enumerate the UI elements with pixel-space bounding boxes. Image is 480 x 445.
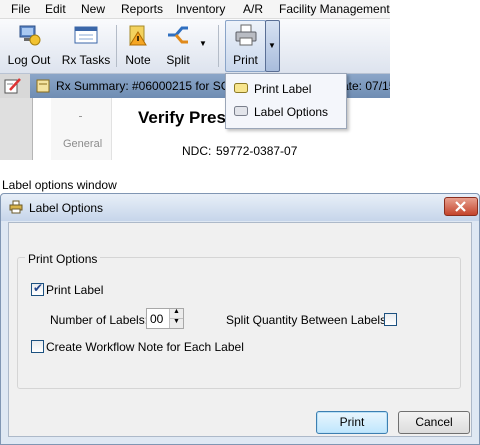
note-icon xyxy=(129,25,147,46)
close-button[interactable] xyxy=(444,197,478,216)
number-of-labels-label: Number of Labels: xyxy=(50,313,149,327)
log-out-button[interactable]: Log Out xyxy=(4,21,54,69)
rx-summary-title: Rx Summary: #06000215 for SCH xyxy=(56,79,239,93)
number-of-labels-stepper[interactable]: 00 ▲ ▼ xyxy=(146,308,184,329)
chevron-down-icon: ▼ xyxy=(173,318,180,325)
menu-reports[interactable]: Reports xyxy=(121,2,163,16)
toolbar: Log Out Rx Tasks Note Split ▼ Print ▼ xyxy=(0,19,390,74)
caption-text: Label options window xyxy=(2,178,117,192)
split-button[interactable]: Split xyxy=(160,21,196,69)
menu-ar[interactable]: A/R xyxy=(243,2,263,16)
label-icon xyxy=(234,83,248,93)
print-dropdown-button[interactable]: ▼ xyxy=(265,20,280,72)
print-options-group-title: Print Options xyxy=(25,252,101,266)
menu-bar: File Edit New Reports Inventory A/R Faci… xyxy=(0,0,390,19)
note-button[interactable]: Note xyxy=(120,21,156,69)
document-icon xyxy=(36,79,50,93)
rx-summary-date: ate: 07/15 xyxy=(342,79,390,93)
menu-item-print-label[interactable]: Print Label xyxy=(228,78,344,100)
rx-tasks-label: Rx Tasks xyxy=(61,53,111,67)
stepper-down-button[interactable]: ▼ xyxy=(169,318,183,328)
stepper-up-button[interactable]: ▲ xyxy=(169,308,183,318)
split-quantity-label: Split Quantity Between Labels: xyxy=(226,313,390,327)
workflow-note-checkbox-label: Create Workflow Note for Each Label xyxy=(46,340,244,354)
ndc-label: NDC: xyxy=(182,144,212,158)
printer-icon xyxy=(235,24,256,46)
menu-inventory[interactable]: Inventory xyxy=(176,2,225,16)
dialog-title: Label Options xyxy=(29,201,104,215)
ndc-value: 59772-0387-07 xyxy=(216,144,298,158)
menu-new[interactable]: New xyxy=(81,2,105,16)
printer-icon xyxy=(9,200,23,214)
cancel-button[interactable]: Cancel xyxy=(398,411,470,434)
log-out-label: Log Out xyxy=(7,53,51,67)
edit-note-icon[interactable] xyxy=(4,78,22,94)
print-dropdown-menu: Print Label Label Options xyxy=(225,73,347,129)
verify-heading: Verify Presc xyxy=(138,108,236,127)
menu-facility-management[interactable]: Facility Management xyxy=(279,2,390,16)
rx-tasks-icon xyxy=(74,26,98,44)
menu-item-label-options[interactable]: Label Options xyxy=(228,101,344,123)
rx-tasks-button[interactable]: Rx Tasks xyxy=(60,21,112,69)
print-label-checkbox-label: Print Label xyxy=(46,283,104,297)
split-label: Split xyxy=(166,53,190,67)
split-icon xyxy=(168,26,188,44)
workflow-note-checkbox[interactable] xyxy=(31,340,44,353)
menu-edit[interactable]: Edit xyxy=(45,2,66,16)
side-tab-panel: General xyxy=(51,98,112,160)
label-options-icon xyxy=(234,106,248,116)
chevron-up-icon: ▲ xyxy=(173,308,180,315)
split-quantity-checkbox[interactable] xyxy=(384,313,397,326)
print-label-item-text: Print Label xyxy=(254,82,312,96)
dialog-title-bar: Label Options xyxy=(1,194,479,221)
checkmark-icon: ✔ xyxy=(33,281,44,295)
side-tab-general[interactable]: General xyxy=(63,138,102,150)
split-dropdown-arrow-icon[interactable]: ▼ xyxy=(199,39,207,48)
divider xyxy=(79,116,82,117)
toolbar-separator xyxy=(218,25,219,67)
log-out-icon xyxy=(19,25,41,46)
label-options-item-text: Label Options xyxy=(254,105,329,119)
toolbar-separator xyxy=(116,25,117,67)
close-icon xyxy=(455,201,466,212)
print-label: Print xyxy=(233,53,258,67)
print-button[interactable]: Print xyxy=(316,411,388,434)
menu-file[interactable]: File xyxy=(11,2,30,16)
number-of-labels-value: 00 xyxy=(150,312,164,326)
chevron-down-icon: ▼ xyxy=(268,41,276,50)
app-window: File Edit New Reports Inventory A/R Faci… xyxy=(0,0,390,160)
print-label-checkbox[interactable]: ✔ xyxy=(31,281,44,296)
print-button[interactable]: Print xyxy=(225,20,266,72)
note-label: Note xyxy=(125,53,151,67)
left-strip xyxy=(0,98,33,160)
